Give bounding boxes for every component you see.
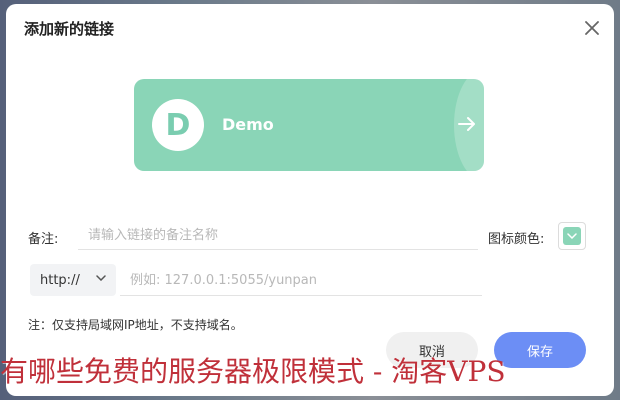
chevron-down-icon [96, 275, 106, 281]
arrow-right-icon [458, 117, 475, 131]
hint-text: 注：仅支持局域网IP地址，不支持域名。 [28, 318, 243, 332]
note-label: 备注: [28, 232, 59, 247]
protocol-select[interactable]: http:// [30, 264, 116, 296]
note-input[interactable] [78, 222, 478, 250]
address-input[interactable] [120, 266, 482, 296]
watermark-text: 有哪些免费的服务器极限模式 - 淘客VPS [0, 355, 506, 388]
chevron-down-icon [567, 233, 577, 239]
preview-name: Demo [222, 115, 274, 134]
add-link-dialog: 添加新的链接 D Demo 备注: 图标颜色: http:// 注：仅支持局域网… [6, 4, 614, 396]
preview-avatar: D [152, 99, 204, 151]
icon-color-label: 图标颜色: [488, 232, 545, 247]
icon-color-picker[interactable] [558, 222, 586, 250]
link-preview-card: D Demo [134, 79, 484, 171]
close-icon [585, 21, 599, 35]
color-swatch [563, 227, 581, 245]
dialog-title: 添加新的链接 [24, 20, 115, 38]
protocol-value: http:// [40, 272, 80, 288]
close-button[interactable] [580, 16, 604, 40]
